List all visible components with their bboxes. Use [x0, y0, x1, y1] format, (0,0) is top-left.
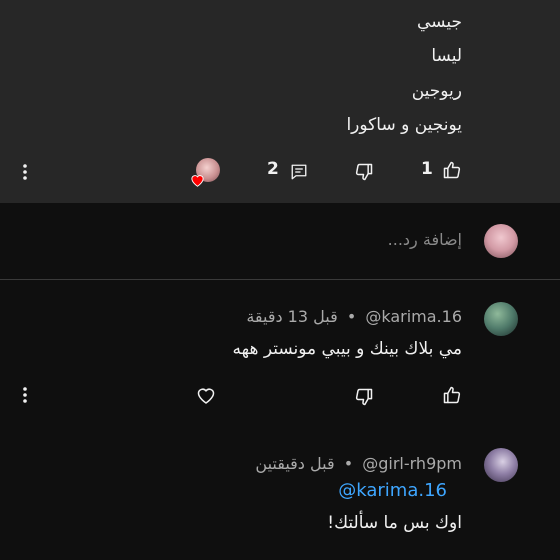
comment-handle[interactable]: @karima.16 — [365, 307, 462, 326]
comment-handle[interactable]: @girl-rh9pm — [362, 454, 462, 473]
like-count: 1 — [421, 159, 433, 179]
thumbs-down-icon — [355, 163, 373, 181]
heart-badge — [190, 172, 205, 187]
dislike-button[interactable] — [352, 383, 376, 411]
comment-line: يونجين و ساكورا — [346, 115, 462, 135]
reply-count: 2 — [267, 159, 279, 179]
like-button[interactable] — [441, 381, 463, 409]
comment-time: قبل 13 دقيقة — [246, 307, 338, 326]
comment-icon — [291, 164, 307, 180]
comment-text: اوك بس ما سألتك! — [327, 513, 462, 533]
heart-icon — [197, 388, 215, 404]
comment-text: مي بلاك بينك و بيبي مونستر ههه — [232, 339, 462, 359]
top-comment: جيسي ليسا ريوجين يونجين و ساكورا 1 2 — [0, 0, 560, 203]
reply-button[interactable] — [288, 158, 310, 186]
reply-input-area[interactable] — [0, 203, 560, 279]
heart-button[interactable] — [194, 381, 218, 409]
more-options-button[interactable] — [15, 158, 35, 186]
heart-icon — [191, 175, 204, 187]
user-avatar — [484, 224, 518, 258]
like-button[interactable] — [441, 156, 463, 184]
divider — [0, 279, 560, 280]
commenter-avatar[interactable] — [484, 302, 518, 336]
thumbs-up-icon — [443, 386, 461, 404]
comment-meta: قبل 13 دقيقة • @karima.16 — [246, 307, 462, 326]
commenter-avatar[interactable] — [484, 448, 518, 482]
thumbs-down-icon — [355, 388, 373, 406]
meta-separator: • — [346, 307, 357, 326]
more-options-button[interactable] — [15, 381, 35, 409]
comment-line: ليسا — [431, 46, 462, 66]
comment-line: جيسي — [417, 12, 462, 32]
mention-link[interactable]: @karima.16 — [338, 480, 447, 501]
thumbs-up-icon — [443, 161, 461, 179]
more-vert-icon — [23, 164, 27, 180]
reply-input[interactable]: إضافة رد... — [388, 230, 462, 249]
comment-line: ريوجين — [411, 81, 462, 101]
comment-meta: قبل دقيقتين • @girl-rh9pm — [255, 454, 462, 473]
dislike-button[interactable] — [352, 158, 376, 186]
meta-separator: • — [343, 454, 354, 473]
comment-time: قبل دقيقتين — [255, 454, 335, 473]
more-vert-icon — [23, 387, 27, 403]
